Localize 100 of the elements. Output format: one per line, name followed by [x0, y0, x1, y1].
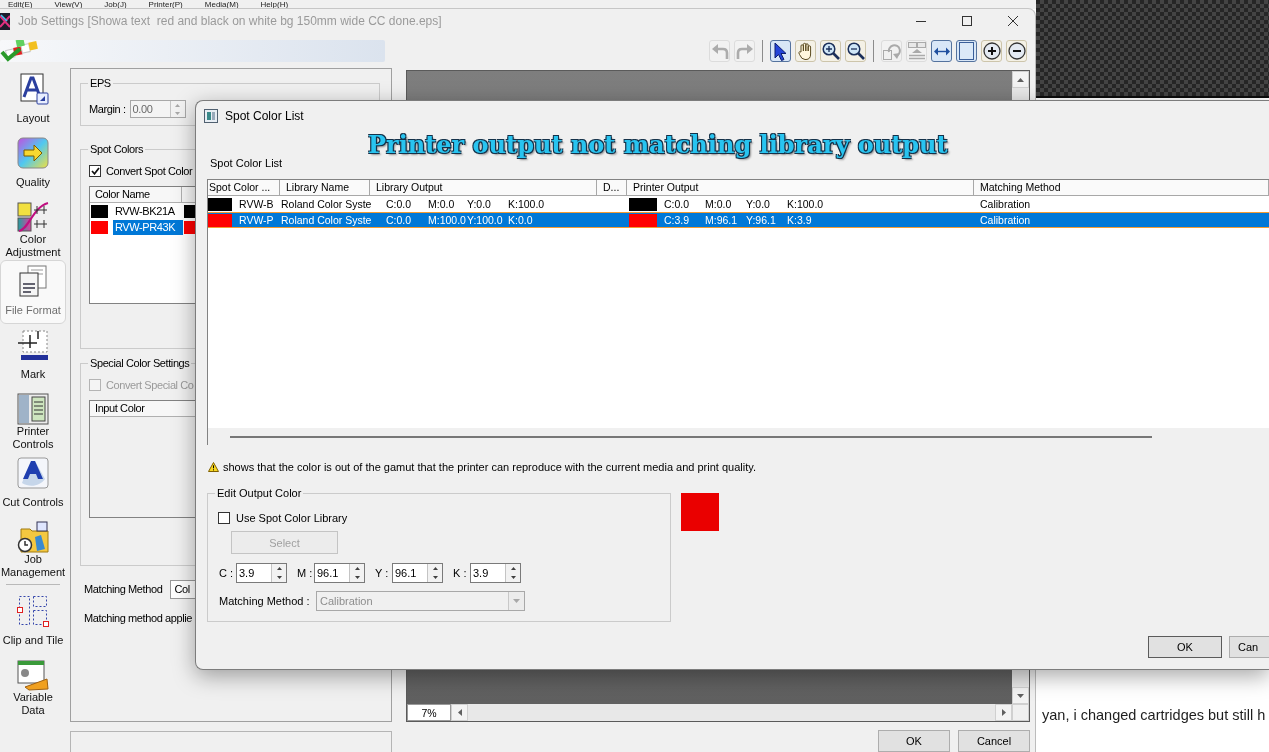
- cmyk-value: M:0.0: [428, 198, 456, 210]
- plus-circle-icon: [982, 42, 1001, 60]
- minus-circle-icon: [1007, 42, 1026, 60]
- column-header[interactable]: Spot Color ...: [208, 180, 280, 196]
- up-triangle-icon: [354, 567, 360, 570]
- cmyk-value: K:3.9: [787, 214, 812, 226]
- scroll-up-button[interactable]: [1012, 71, 1029, 88]
- cmyk-value: K:100.0: [787, 198, 824, 210]
- list-item[interactable]: RVW-PR43K: [113, 219, 183, 235]
- dialog-button[interactable]: Cancel: [958, 730, 1030, 752]
- double-arrow-icon: [933, 46, 950, 56]
- field-label: Matching Method :: [219, 595, 311, 607]
- toolbar-button[interactable]: [845, 40, 866, 62]
- toolbar-button[interactable]: [820, 40, 841, 62]
- toolbar-button[interactable]: [795, 40, 816, 62]
- field-label: C :: [219, 567, 235, 579]
- number-field[interactable]: 3.9: [470, 563, 521, 583]
- group-title: EPS: [88, 77, 113, 90]
- list-item[interactable]: RVW-BK21A: [113, 203, 183, 219]
- control-panel-icon: [17, 393, 49, 425]
- toolbar-button[interactable]: [770, 40, 791, 62]
- table-row[interactable]: RVW-P Roland Color Syste C:0.0 M:100.0Y:100.0 K:0.0 C:3.9 M:96.1 Y:96.1 K:3.9 Calibration: [208, 212, 1269, 228]
- spin-buttons[interactable]: [427, 564, 442, 582]
- sidebar-item[interactable]: Color Adjustment: [0, 196, 66, 260]
- spin-buttons[interactable]: [505, 564, 520, 582]
- sidebar-item[interactable]: Variable Data: [0, 654, 66, 718]
- warning-icon: [208, 462, 219, 472]
- up-triangle-icon: [276, 567, 282, 570]
- scroll-thumb[interactable]: [230, 435, 1152, 438]
- group-title: Spot Colors: [88, 143, 146, 156]
- sidebar-item[interactable]: Printer Controls: [0, 388, 66, 452]
- menu-item[interactable]: Help(H): [260, 0, 289, 9]
- window-title: Spot Color List: [225, 108, 304, 123]
- sidebar-item[interactable]: Mark: [0, 324, 66, 388]
- menu-item[interactable]: View(V): [54, 0, 83, 9]
- horizontal-scrollbar[interactable]: [208, 428, 1269, 445]
- annotation-text: Printer output not matching library output: [368, 131, 948, 159]
- cmyk-value: M:96.1: [705, 214, 739, 226]
- sidebar-item[interactable]: Layout: [0, 68, 66, 132]
- up-triangle-icon: [432, 567, 438, 570]
- column-header[interactable]: Color Name: [90, 187, 182, 203]
- checkbox[interactable]: [89, 165, 101, 177]
- number-field[interactable]: 96.1: [392, 563, 443, 583]
- dialog-button[interactable]: Can: [1229, 636, 1269, 658]
- scroll-left-button[interactable]: [451, 704, 468, 721]
- window-title: Job Settings [Showa text red and black on white bg 150mm wide CC done.eps]: [18, 14, 442, 28]
- table-cell-text: Calibration: [979, 197, 1032, 212]
- app-logo-icon: [0, 12, 10, 30]
- dialog-button[interactable]: OK: [878, 730, 950, 752]
- minimize-icon: [916, 20, 926, 22]
- number-field[interactable]: 96.1: [314, 563, 365, 583]
- left-triangle-icon: [457, 709, 462, 716]
- column-header[interactable]: Matching Method: [974, 180, 1269, 196]
- checkbox-label: Use Spot Color Library: [236, 511, 348, 525]
- sidebar-item[interactable]: Quality: [0, 132, 66, 196]
- column-header[interactable]: Library Output: [370, 180, 597, 196]
- cmyk-value: C:3.9: [664, 214, 691, 226]
- zoom-field[interactable]: 7%: [407, 704, 451, 721]
- horizontal-scrollbar[interactable]: 7%: [407, 704, 1029, 721]
- cmyk-value: Y:96.1: [746, 214, 777, 226]
- up-triangle-icon: [175, 103, 181, 107]
- checkbox[interactable]: [218, 512, 230, 524]
- checkbox-label: Convert Spot Color: [106, 164, 193, 178]
- menu-item[interactable]: Media(M): [204, 0, 239, 9]
- scroll-right-button[interactable]: [995, 704, 1012, 721]
- right-triangle-icon: [1001, 709, 1006, 716]
- menu-item[interactable]: Printer(P): [148, 0, 183, 9]
- page-text: yan, i changed cartridges but still h: [1042, 707, 1266, 724]
- scroll-down-button[interactable]: [1012, 687, 1029, 704]
- cmyk-value: C:0.0: [386, 214, 413, 226]
- down-triangle-icon: [1017, 693, 1024, 698]
- curved-right-arrow-icon: [735, 43, 754, 59]
- down-triangle-icon: [276, 576, 282, 579]
- checkbox-label: Convert Special Co: [106, 378, 194, 392]
- number-field[interactable]: 3.9: [236, 563, 287, 583]
- sidebar-item[interactable]: File Format: [0, 260, 66, 324]
- dialog-button[interactable]: OK: [1148, 636, 1222, 658]
- toolbar-button[interactable]: [1006, 40, 1027, 62]
- sidebar-item[interactable]: Job Management: [0, 516, 66, 580]
- toolbar-button[interactable]: [981, 40, 1002, 62]
- column-header[interactable]: Library Name: [280, 180, 370, 196]
- cmyk-value: K:100.0: [508, 198, 545, 210]
- id-cards-icon: [17, 659, 49, 691]
- sidebar-item[interactable]: Cut Controls: [0, 452, 66, 516]
- field-label: Matching Method: [84, 583, 163, 596]
- spin-buttons[interactable]: [349, 564, 364, 582]
- column-header[interactable]: D...: [597, 180, 627, 196]
- table-row[interactable]: RVW-B Roland Color Syste C:0.0 M:0.0 Y:0.0 K:100.0 C:0.0 M:0.0 Y:0.0 K:100.0 Calibration: [208, 196, 1269, 212]
- sidebar-item[interactable]: Clip and Tile: [0, 590, 66, 654]
- spin-buttons[interactable]: [271, 564, 286, 582]
- column-header[interactable]: Printer Output: [627, 180, 974, 196]
- dashed-tiles-icon: [17, 595, 49, 627]
- down-triangle-icon: [175, 111, 181, 115]
- toolbar-button[interactable]: [931, 40, 952, 62]
- table-cell-text: Roland Color Syste: [280, 197, 370, 212]
- document-pages-icon: [17, 265, 49, 297]
- magnifier-plus-icon: [821, 42, 840, 60]
- folder-clock-icon: [17, 521, 49, 553]
- maximize-icon: [962, 16, 972, 26]
- caret-down-icon: [513, 599, 520, 603]
